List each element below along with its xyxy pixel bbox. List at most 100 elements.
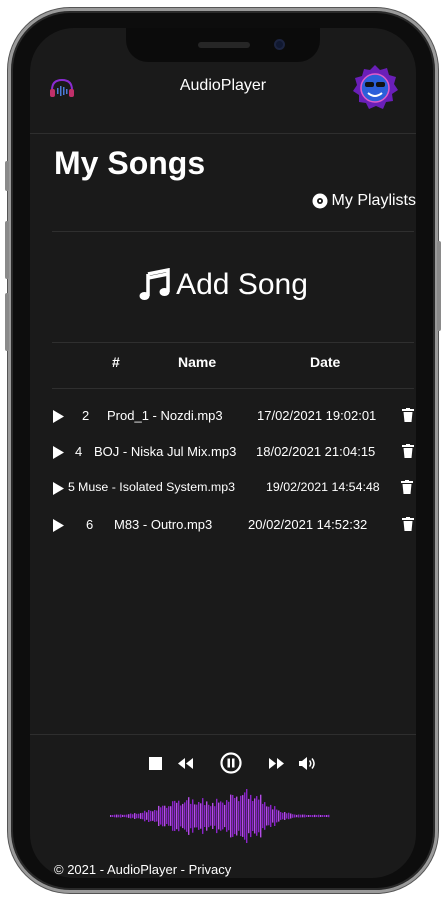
waveform-bar xyxy=(272,809,274,823)
waveform-bar xyxy=(118,814,120,818)
waveform-bar xyxy=(160,807,162,825)
waveform-bar xyxy=(184,802,186,830)
waveform-bar xyxy=(248,798,250,834)
my-playlists-link[interactable]: My Playlists xyxy=(312,192,416,210)
waveform-bar xyxy=(202,798,204,834)
fast-forward-icon[interactable] xyxy=(269,758,284,769)
waveform-bar xyxy=(232,795,234,837)
waveform-bar xyxy=(294,814,296,818)
waveform-bar xyxy=(322,815,324,817)
song-date: 20/02/2021 14:52:32 xyxy=(248,517,368,532)
waveform-bar xyxy=(262,803,264,829)
song-date: 17/02/2021 19:02:01 xyxy=(257,408,377,423)
phone-volume-up xyxy=(5,221,9,279)
waveform-bar xyxy=(296,814,298,818)
waveform-bar xyxy=(318,814,320,818)
play-icon[interactable] xyxy=(53,482,64,495)
table-row[interactable]: 6 M83 - Outro.mp3 20/02/2021 14:52:32 xyxy=(30,513,416,537)
phone-notch xyxy=(126,28,320,62)
table-row[interactable]: 5 Muse - Isolated System.mp3 19/02/2021 … xyxy=(30,476,416,500)
waveform-bar xyxy=(192,799,194,833)
phone-mute-switch xyxy=(5,161,9,191)
volume-icon[interactable] xyxy=(299,757,317,770)
song-name: Muse - Isolated System.mp3 xyxy=(78,480,236,494)
waveform-bar xyxy=(274,806,276,826)
waveform-bar xyxy=(320,815,322,817)
play-icon[interactable] xyxy=(53,410,64,423)
table-row[interactable]: 2 Prod_1 - Nozdi.mp3 17/02/2021 19:02:01 xyxy=(30,404,416,428)
waveform-bar xyxy=(290,813,292,819)
my-playlists-label: My Playlists xyxy=(331,192,416,209)
column-header-date: Date xyxy=(310,354,341,370)
app-screen: AudioPlayer My Songs My Playlists Add So… xyxy=(30,28,416,878)
waveform-bar xyxy=(226,800,228,832)
play-icon[interactable] xyxy=(53,519,64,532)
waveform-bar xyxy=(244,792,246,840)
pause-icon[interactable] xyxy=(220,752,242,774)
waveform-visualizer[interactable] xyxy=(110,786,330,846)
add-song-label: Add Song xyxy=(176,268,308,301)
trash-icon[interactable] xyxy=(402,408,414,422)
waveform-bar xyxy=(260,794,262,838)
stop-icon[interactable] xyxy=(149,757,162,770)
waveform-bar xyxy=(216,798,218,834)
rewind-icon[interactable] xyxy=(178,758,193,769)
waveform-bar xyxy=(268,806,270,826)
add-song-button[interactable]: Add Song xyxy=(30,268,416,302)
waveform-bar xyxy=(126,814,128,818)
waveform-bar xyxy=(130,813,132,819)
waveform-bar xyxy=(292,814,294,818)
waveform-bar xyxy=(252,801,254,831)
table-row[interactable]: 4 BOJ - Niska Jul Mix.mp3 18/02/2021 21:… xyxy=(30,440,416,464)
waveform-bar xyxy=(254,798,256,834)
waveform-bar xyxy=(284,812,286,820)
waveform-bar xyxy=(162,805,164,827)
waveform-bar xyxy=(312,815,314,818)
waveform-bar xyxy=(112,815,114,817)
audio-player-bar: © 2021 - AudioPlayer - Privacy xyxy=(30,734,416,878)
waveform-bar xyxy=(198,802,200,830)
footer-copyright: © 2021 - AudioPlayer - xyxy=(54,862,189,877)
waveform-bar xyxy=(172,801,174,831)
waveform-bar xyxy=(282,812,284,820)
user-avatar-icon[interactable] xyxy=(352,64,398,110)
trash-icon[interactable] xyxy=(402,444,414,458)
waveform-bar xyxy=(188,797,190,835)
waveform-bar xyxy=(242,795,244,837)
waveform-bar xyxy=(228,801,230,831)
waveform-bar xyxy=(302,814,304,818)
divider xyxy=(52,231,414,232)
waveform-bar xyxy=(316,815,318,817)
waveform-bar xyxy=(152,811,154,821)
waveform-bar xyxy=(144,810,146,822)
waveform-bar xyxy=(116,814,118,818)
privacy-link[interactable]: Privacy xyxy=(189,862,232,877)
waveform-bar xyxy=(132,814,134,818)
trash-icon[interactable] xyxy=(402,517,414,531)
waveform-bar xyxy=(210,806,212,826)
waveform-bar xyxy=(286,813,288,819)
waveform-bar xyxy=(256,796,258,836)
waveform-bar xyxy=(180,805,182,827)
waveform-bar xyxy=(250,794,252,838)
waveform-bar xyxy=(324,815,326,817)
play-icon[interactable] xyxy=(53,446,64,459)
song-name: Prod_1 - Nozdi.mp3 xyxy=(107,408,223,423)
waveform-bar xyxy=(240,795,242,837)
waveform-bar xyxy=(158,805,160,826)
waveform-bar xyxy=(174,800,176,831)
waveform-bar xyxy=(258,799,260,833)
waveform-bar xyxy=(154,810,156,822)
waveform-bar xyxy=(236,796,238,836)
waveform-bar xyxy=(168,806,170,826)
waveform-bar xyxy=(220,801,222,831)
song-date: 18/02/2021 21:04:15 xyxy=(256,444,376,459)
waveform-bar xyxy=(114,814,116,818)
disc-icon xyxy=(312,193,328,209)
notch-speaker xyxy=(198,42,250,48)
waveform-bar xyxy=(298,814,300,818)
divider xyxy=(52,342,414,343)
waveform-bar xyxy=(224,804,226,828)
music-note-icon xyxy=(139,268,170,300)
trash-icon[interactable] xyxy=(401,480,413,494)
